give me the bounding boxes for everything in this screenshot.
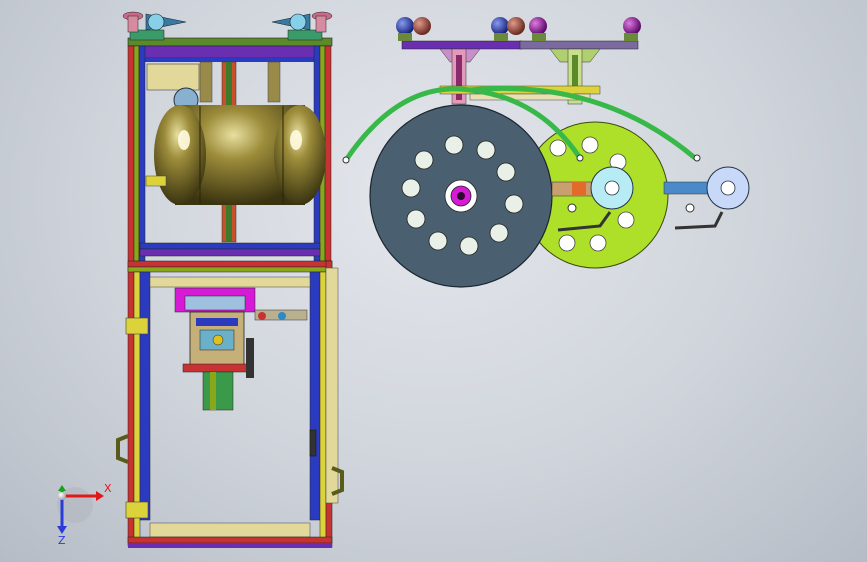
bracket-left: [199, 61, 213, 103]
ball-6: [623, 17, 641, 35]
door-latch[interactable]: [309, 429, 317, 457]
bracket-right: [267, 61, 281, 103]
left-frame-cones: [122, 11, 333, 41]
top-mount-bar-right: [519, 40, 639, 50]
mid-beam-blue: [139, 242, 321, 250]
base-beam-red: [127, 536, 333, 544]
lower-upright-left-blue: [139, 271, 151, 521]
mid-beam-purple: [139, 248, 321, 257]
upper-cabinet-panel: [146, 63, 200, 91]
right-machine-side-view[interactable]: [342, 17, 750, 288]
upright-left-outer: [127, 45, 135, 547]
pressure-tank[interactable]: [154, 105, 326, 205]
top-mount-bar-left: [401, 40, 523, 50]
bottom-crossbar: [149, 522, 311, 538]
hinge-bottom: [125, 501, 149, 519]
base-beam-purple: [128, 543, 332, 548]
mid-beam-red: [127, 260, 333, 268]
lower-upright-right-blue: [309, 271, 321, 521]
ball-1: [396, 17, 414, 35]
inner-mechanism[interactable]: [174, 287, 308, 411]
3d-viewport[interactable]: X Z: [0, 0, 867, 562]
z-axis-label: Z: [58, 534, 66, 547]
lower-upright-right-yellow: [319, 271, 327, 548]
x-axis-label: X: [104, 482, 112, 495]
lower-top-strip: [149, 276, 311, 288]
handle-left[interactable]: [116, 434, 129, 464]
top-beam-purple: [129, 45, 331, 59]
mid-beam-green: [127, 266, 333, 273]
upright-left-blue: [138, 45, 146, 262]
left-machine-frame[interactable]: [116, 37, 344, 548]
orientation-triad[interactable]: X Z: [57, 482, 112, 547]
ball-5: [529, 17, 547, 35]
ball-3: [491, 17, 509, 35]
top-beam-blue: [130, 58, 330, 62]
ball-2: [413, 17, 431, 35]
grey-disk[interactable]: [369, 104, 553, 288]
hinge-top: [125, 317, 149, 335]
upright-left-inner: [133, 45, 140, 262]
tank-support: [145, 175, 167, 187]
cad-model-view[interactable]: X Z: [0, 0, 867, 562]
ball-4: [507, 17, 525, 35]
